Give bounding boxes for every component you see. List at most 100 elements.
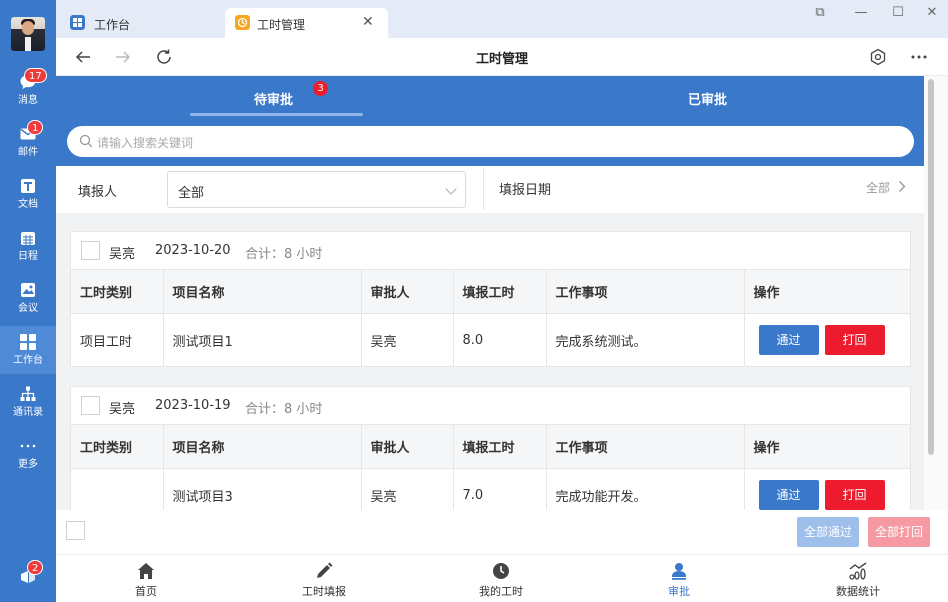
cell-work-item: 完成系统测试。 — [546, 313, 745, 367]
home-icon — [138, 563, 154, 579]
pencil-icon — [317, 562, 333, 578]
sidebar-item-meeting[interactable]: 会议 — [0, 274, 56, 322]
col-actions: 操作 — [744, 269, 910, 314]
tab-label: 工作台 — [94, 18, 131, 32]
sidebar-item-label: 通讯录 — [13, 407, 43, 418]
timesheet-card: 吴亮 2023-10-19 合计：8 小时 工时类别 项目名称 审批人 填报工时… — [70, 386, 911, 510]
col-category: 工时类别 — [71, 269, 164, 314]
reject-all-button[interactable]: 全部打回 — [868, 517, 930, 547]
sidebar-bottom-apps[interactable]: 2 — [0, 558, 56, 602]
messages-badge: 17 — [24, 68, 47, 83]
approve-all-button[interactable]: 全部通过 — [797, 517, 859, 547]
date-filter-value[interactable]: 全部 — [866, 179, 890, 196]
nav-label: 我的工时 — [479, 585, 523, 598]
tab-label: 工时管理 — [257, 18, 306, 32]
sidebar-item-label: 消息 — [18, 95, 38, 106]
approve-button[interactable]: 通过 — [758, 480, 819, 510]
sidebar-item-label: 工作台 — [13, 355, 43, 366]
reporter-select-value: 全部 — [178, 186, 205, 201]
cell-project: 测试项目1 — [163, 313, 362, 367]
approve-button[interactable]: 通过 — [758, 325, 819, 356]
scrollbar-thumb[interactable] — [928, 79, 934, 455]
timesheet-table: 工时类别 项目名称 审批人 填报工时 工作事项 操作 测试项目3 吴亮 7.0 … — [71, 424, 910, 510]
approval-list: 吴亮 2023-10-20 合计：8 小时 工时类别 项目名称 审批人 填报工时… — [56, 213, 924, 510]
minimize-icon[interactable]: — — [851, 4, 871, 22]
reporter-name: 吴亮 — [109, 247, 136, 262]
reject-button[interactable]: 打回 — [824, 480, 885, 510]
nav-label: 工时填报 — [302, 585, 346, 598]
timesheet-app-icon — [235, 15, 250, 30]
tab-approved[interactable]: 已审批 — [688, 89, 727, 108]
col-project: 项目名称 — [163, 424, 362, 469]
reporter-name: 吴亮 — [109, 402, 136, 417]
report-date: 2023-10-20 — [155, 243, 231, 258]
filter-divider — [483, 169, 484, 210]
cell-actions: 通过 打回 — [744, 313, 910, 367]
search-input[interactable]: 请输入搜索关键词 — [67, 126, 914, 157]
table-header-row: 工时类别 项目名称 审批人 填报工时 工作事项 操作 — [71, 269, 910, 314]
nav-statistics[interactable]: 数据统计 — [798, 555, 918, 602]
nav-label: 审批 — [668, 585, 690, 598]
sidebar-item-messages[interactable]: 17 消息 — [0, 66, 56, 114]
cell-work-item: 完成功能开发。 — [546, 468, 745, 510]
sidebar-item-docs[interactable]: 文档 — [0, 170, 56, 218]
col-approver: 审批人 — [361, 424, 454, 469]
select-all-checkbox[interactable] — [66, 521, 85, 540]
sidebar-item-more[interactable]: 更多 — [0, 430, 56, 478]
approval-header: 待审批 3 已审批 请输入搜索关键词 — [56, 76, 924, 166]
tab-pending[interactable]: 待审批 — [254, 89, 293, 108]
timesheet-table: 工时类别 项目名称 审批人 填报工时 工作事项 操作 项目工时 测试项目1 吴亮… — [71, 269, 910, 367]
cell-hours: 7.0 — [453, 468, 547, 510]
meeting-icon — [21, 283, 35, 297]
close-window-icon[interactable]: ✕ — [922, 4, 942, 22]
col-hours: 填报工时 — [453, 424, 547, 469]
restore-window-icon[interactable]: ⧉ — [810, 4, 830, 22]
mail-badge: 1 — [27, 120, 44, 135]
calendar-icon — [21, 232, 35, 245]
hours-summary: 合计：8 小时 — [245, 402, 323, 417]
address-bar: 工时管理 — [56, 38, 948, 76]
sidebar-item-label: 邮件 — [18, 147, 38, 158]
tab-timesheet[interactable]: 工时管理 ✕ — [225, 8, 388, 38]
maximize-icon[interactable]: ☐ — [888, 4, 908, 22]
table-row: 项目工时 测试项目1 吴亮 8.0 完成系统测试。 通过 打回 — [71, 313, 910, 367]
nav-approval[interactable]: 审批 — [619, 555, 739, 602]
app-window: 17 消息 1 邮件 文档 日程 会议 工作台 通讯录 更多 2 工作台 工时管… — [0, 0, 948, 602]
cell-category — [71, 468, 164, 510]
card-checkbox[interactable] — [81, 241, 100, 260]
sidebar-item-calendar[interactable]: 日程 — [0, 222, 56, 270]
nav-home[interactable]: 首页 — [86, 555, 206, 602]
nav-my-hours[interactable]: 我的工时 — [441, 555, 561, 602]
hours-summary: 合计：8 小时 — [245, 247, 323, 262]
sidebar-item-mail[interactable]: 1 邮件 — [0, 118, 56, 166]
sidebar-item-workbench[interactable]: 工作台 — [0, 326, 56, 374]
tab-close-icon[interactable]: ✕ — [362, 14, 374, 30]
cell-approver: 吴亮 — [361, 313, 454, 367]
card-checkbox[interactable] — [81, 396, 100, 415]
cell-category: 项目工时 — [71, 313, 164, 367]
col-work-item: 工作事项 — [546, 269, 745, 314]
table-header-row: 工时类别 项目名称 审批人 填报工时 工作事项 操作 — [71, 424, 910, 469]
col-work-item: 工作事项 — [546, 424, 745, 469]
stats-chart-icon — [849, 562, 867, 580]
tab-workbench[interactable]: 工作台 — [56, 8, 221, 38]
nav-timesheet-entry[interactable]: 工时填报 — [264, 555, 384, 602]
col-project: 项目名称 — [163, 269, 362, 314]
sidebar-item-label: 会议 — [18, 303, 38, 314]
more-options-icon[interactable] — [908, 46, 930, 68]
reject-button[interactable]: 打回 — [824, 325, 885, 356]
user-approval-icon — [672, 563, 686, 580]
settings-hexagon-icon[interactable] — [867, 46, 889, 68]
org-chart-icon — [20, 386, 36, 401]
sidebar-item-label: 文档 — [18, 199, 38, 210]
nav-label: 首页 — [135, 585, 157, 598]
left-sidebar: 17 消息 1 邮件 文档 日程 会议 工作台 通讯录 更多 2 — [0, 0, 56, 602]
sidebar-item-contacts[interactable]: 通讯录 — [0, 378, 56, 426]
col-approver: 审批人 — [361, 269, 454, 314]
date-label: 填报日期 — [499, 183, 552, 198]
cell-actions: 通过 打回 — [744, 468, 910, 510]
col-actions: 操作 — [744, 424, 910, 469]
reporter-select[interactable]: 全部 — [167, 171, 466, 208]
user-avatar[interactable] — [11, 17, 45, 51]
chevron-right-icon[interactable] — [898, 180, 906, 193]
